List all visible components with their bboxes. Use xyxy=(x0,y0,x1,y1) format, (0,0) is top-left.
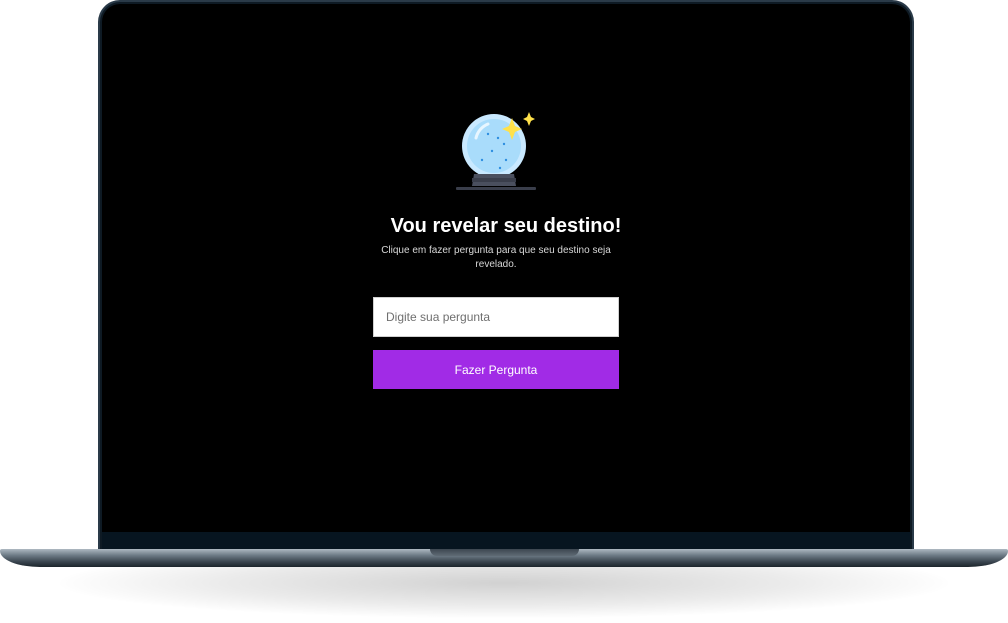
star-dot xyxy=(480,158,484,162)
question-input[interactable] xyxy=(373,297,619,337)
app-screen: Vou revelar seu destino! Clique em fazer… xyxy=(102,4,910,532)
star-dot xyxy=(490,149,494,153)
sparkle-icon xyxy=(523,112,535,126)
fortune-app: Vou revelar seu destino! Clique em fazer… xyxy=(102,4,910,532)
star-dot xyxy=(496,136,500,140)
crystal-ball-base xyxy=(456,187,536,190)
star-dot xyxy=(504,158,508,162)
star-dot xyxy=(502,142,506,146)
page-subtitle: Clique em fazer pergunta para que seu de… xyxy=(381,245,611,270)
crystal-ball-stand-band xyxy=(472,178,516,182)
star-dot xyxy=(498,166,502,170)
page-title: Vou revelar seu destino! xyxy=(390,215,622,237)
screen-bottom-bezel xyxy=(102,532,910,550)
laptop-notch xyxy=(430,549,579,556)
star-dot xyxy=(486,132,490,136)
crystal-ball-icon xyxy=(456,112,536,190)
laptop-mockup: Vou revelar seu destino! Clique em fazer… xyxy=(0,0,1008,623)
ask-question-button[interactable]: Fazer Pergunta xyxy=(373,350,619,389)
